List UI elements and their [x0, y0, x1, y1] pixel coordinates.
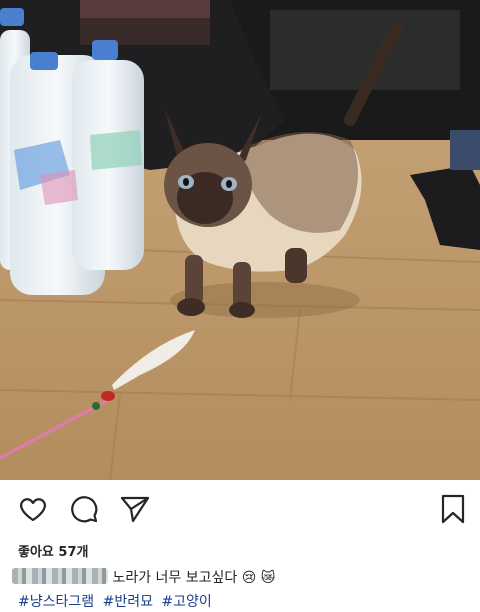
crying-cat-emoji: 😿 [260, 570, 276, 586]
hashtag-list: #냥스타그램 #반려묘 #고양이 [18, 591, 216, 611]
like-button[interactable] [17, 493, 49, 525]
like-count[interactable]: 좋아요 57개 [18, 541, 88, 560]
instagram-post: 좋아요 57개 노라가 너무 보고싶다 😢 😿 #냥스타그램 #반려묘 #고양이 [0, 0, 480, 612]
comment-button[interactable] [68, 493, 100, 525]
hashtag-link[interactable]: #반려묘 [103, 594, 153, 610]
post-caption: 노라가 너무 보고싶다 😢 😿 [12, 567, 275, 587]
post-photo[interactable] [0, 0, 480, 480]
caption-text: 노라가 너무 보고싶다 [112, 570, 238, 586]
hashtag-link[interactable]: #냥스타그램 [18, 594, 94, 610]
share-button[interactable] [119, 493, 151, 525]
action-bar [0, 480, 480, 536]
hashtag-link[interactable]: #고양이 [161, 594, 211, 610]
heart-icon [20, 498, 46, 522]
crying-face-emoji: 😢 [241, 570, 257, 586]
save-button[interactable] [437, 493, 469, 525]
send-icon [120, 496, 150, 523]
comment-icon [71, 496, 98, 523]
bookmark-icon [441, 494, 465, 524]
cat-photo-illustration [0, 0, 480, 480]
author-username-redacted[interactable] [12, 568, 108, 584]
